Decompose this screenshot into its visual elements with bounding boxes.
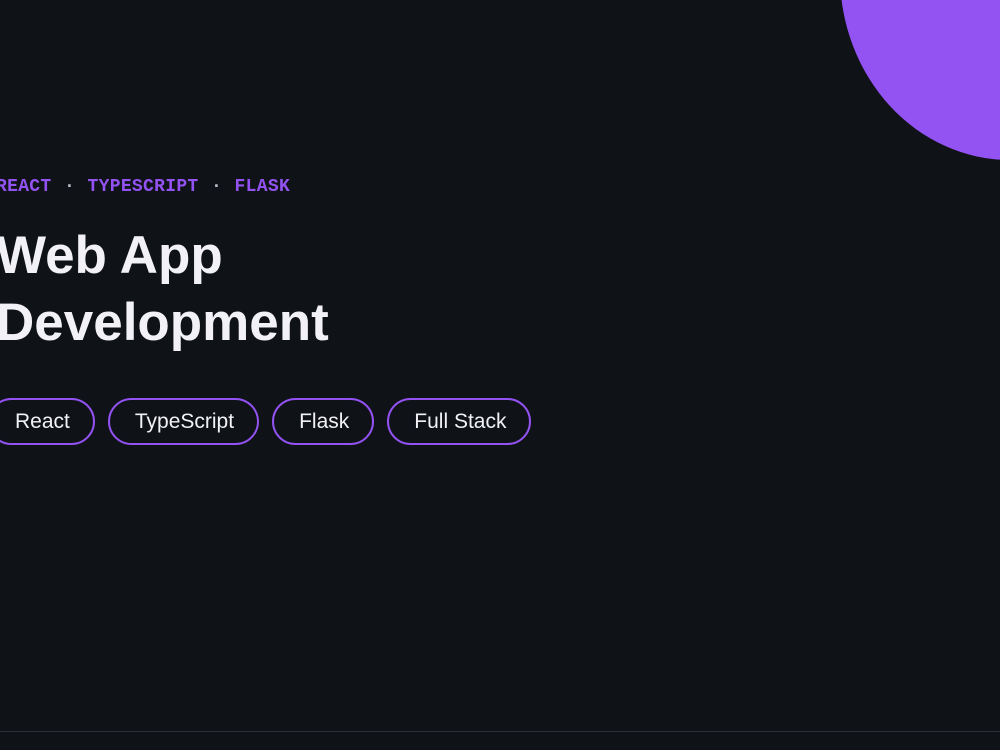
tech-stack-line: REACT · TYPESCRIPT · FLASK — [0, 175, 290, 199]
page-title: Web App Development — [0, 222, 329, 356]
tag-typescript: TypeScript — [107, 398, 260, 445]
tech-react: REACT — [0, 177, 52, 197]
decorative-blob — [840, 0, 1000, 160]
page-title-line-2: Development — [0, 293, 329, 352]
tag-react: React — [0, 398, 95, 445]
tag-flask: Flask — [272, 398, 375, 445]
tech-flask: FLASK — [234, 177, 291, 197]
separator-dot: · — [63, 177, 76, 197]
bottom-divider — [0, 731, 1000, 732]
hero-section: REACT · TYPESCRIPT · FLASK Web App Devel… — [0, 0, 1000, 750]
page-title-line-1: Web App — [0, 226, 223, 285]
tag-list: React TypeScript Flask Full Stack — [0, 398, 532, 445]
tag-full-stack: Full Stack — [387, 398, 532, 445]
separator-dot: · — [210, 177, 223, 197]
tech-typescript: TYPESCRIPT — [87, 177, 199, 197]
